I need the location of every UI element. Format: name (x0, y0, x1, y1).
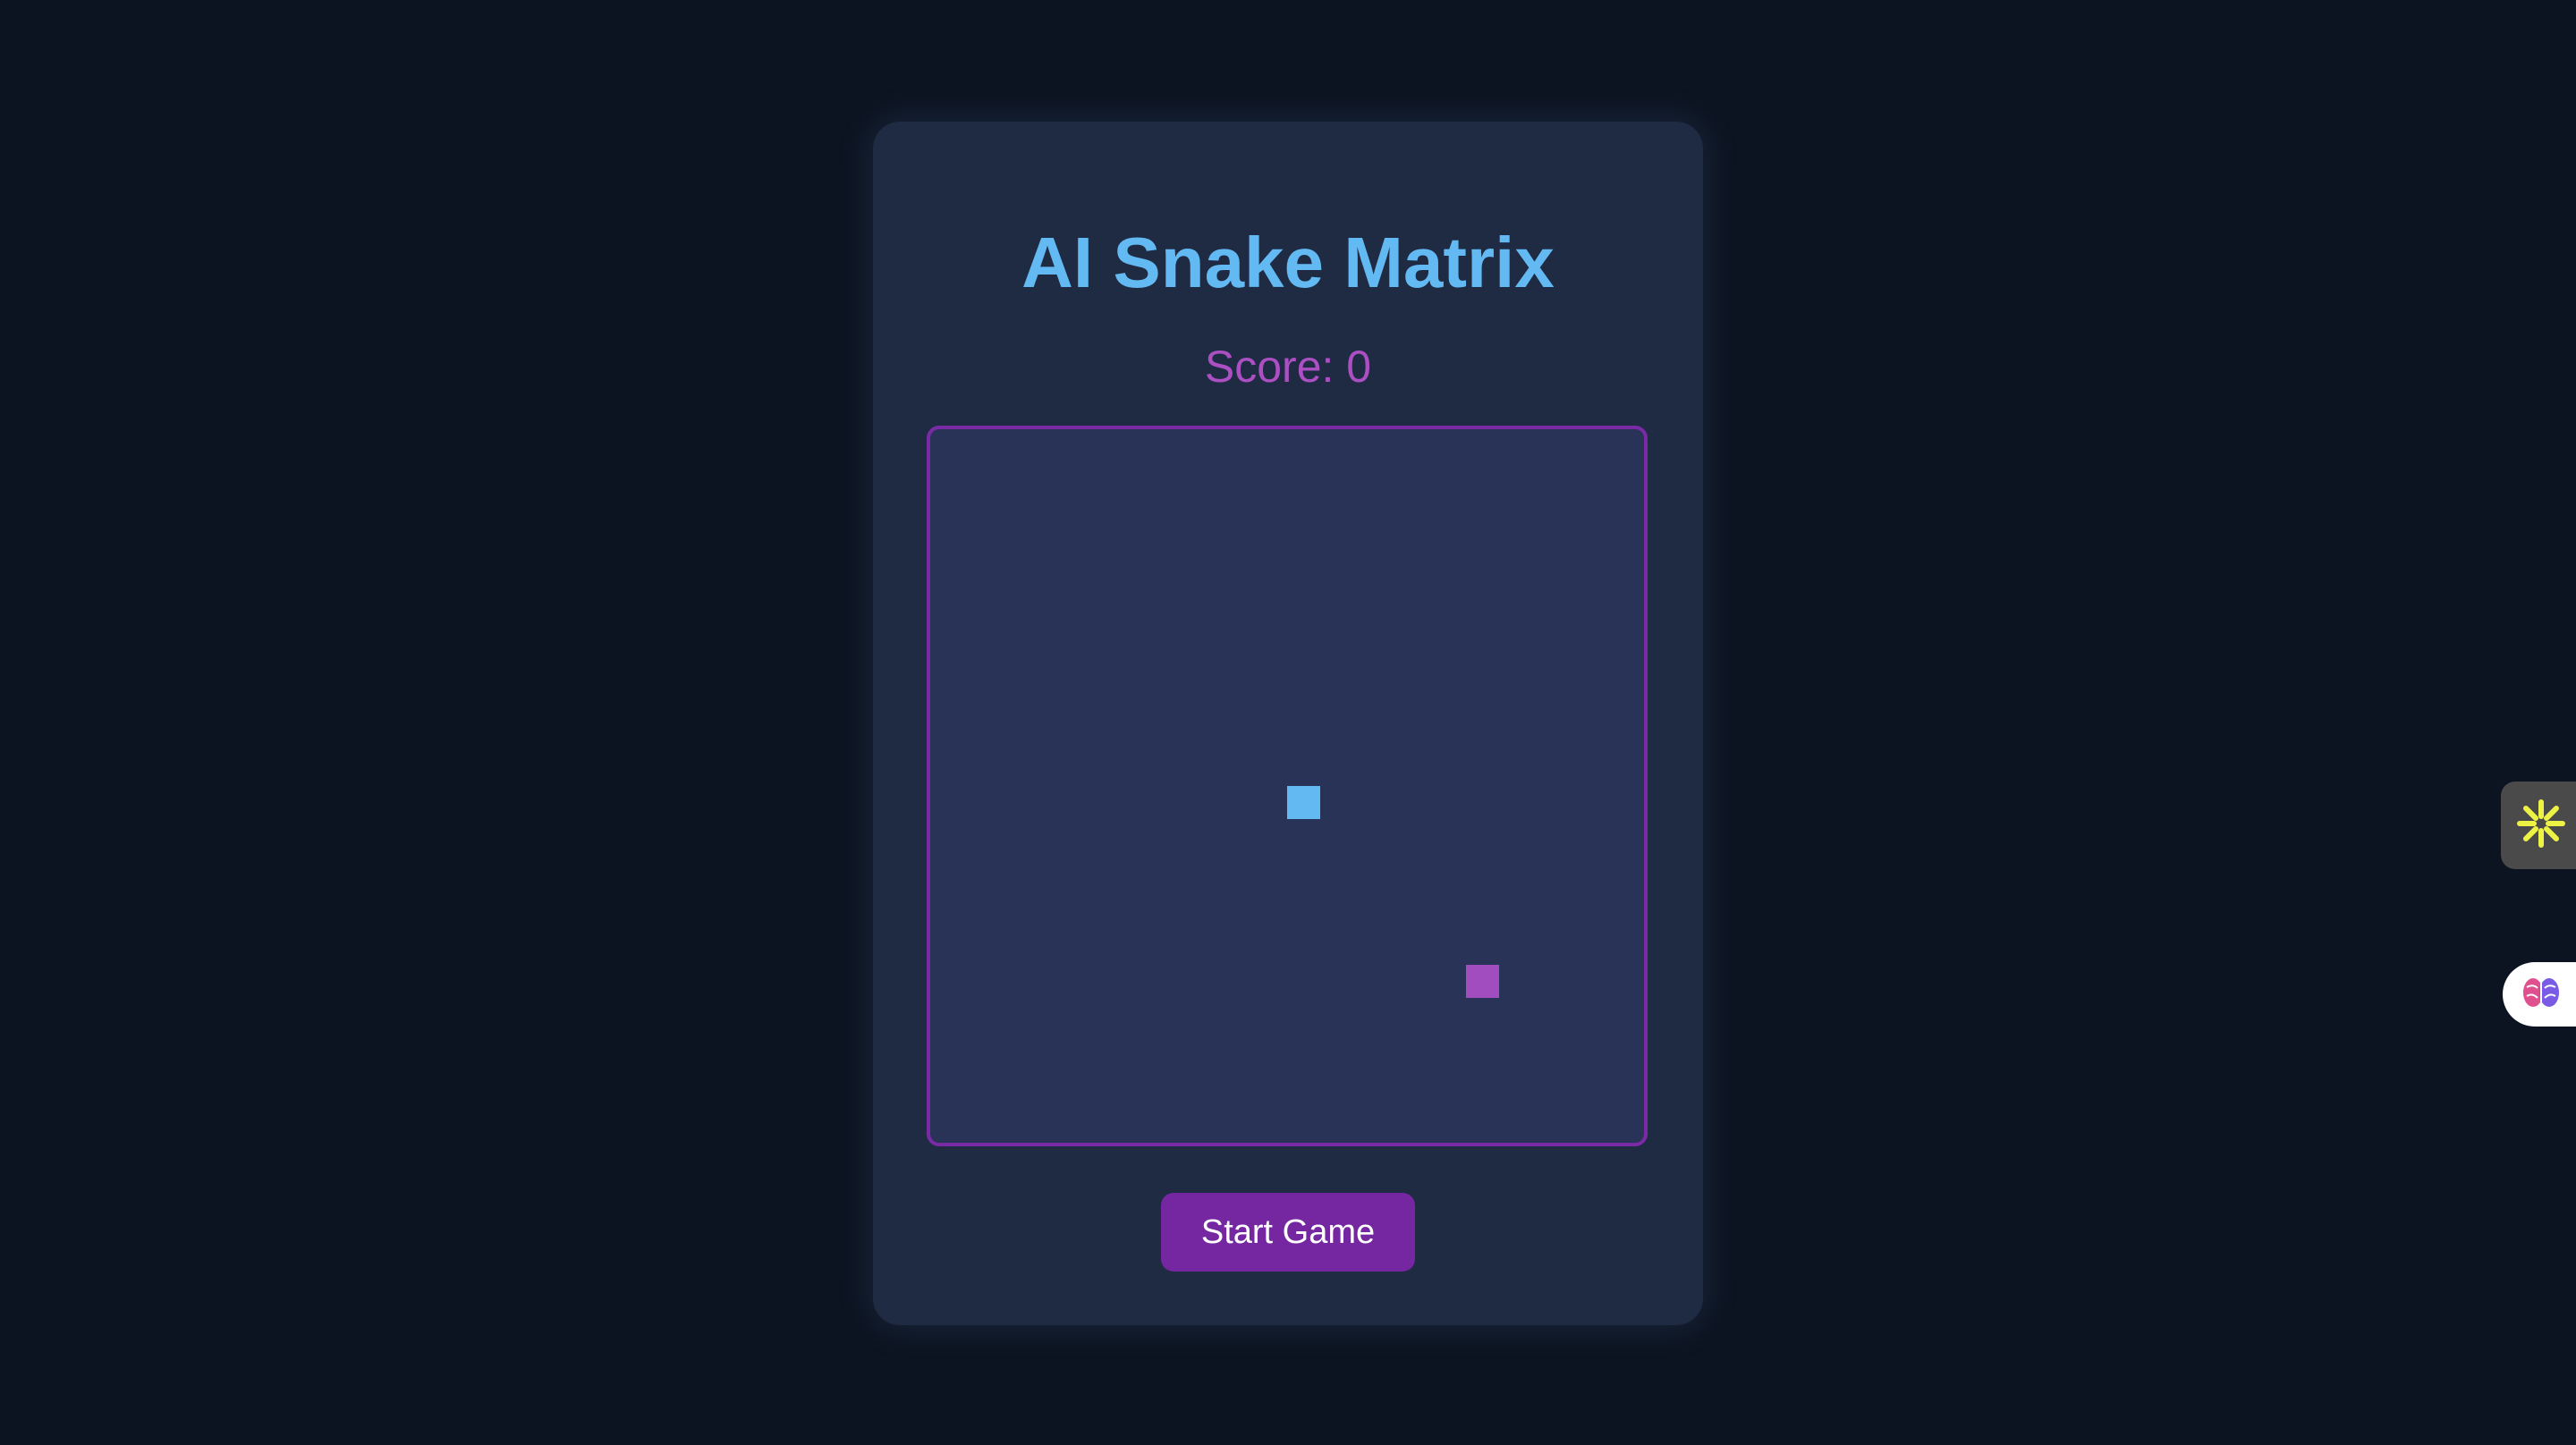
score-display: Score: 0 (1204, 342, 1372, 392)
game-title: AI Snake Matrix (1021, 223, 1555, 302)
extension-tab-brain[interactable] (2503, 962, 2576, 1027)
start-game-button[interactable]: Start Game (1161, 1193, 1415, 1272)
food-item (1465, 964, 1499, 998)
sparkle-burst-icon (2517, 799, 2565, 852)
page: AI Snake Matrix Score: 0 Start Game (0, 0, 2576, 1445)
game-board[interactable] (927, 426, 1648, 1146)
extension-tab-sparkle[interactable] (2501, 782, 2576, 869)
brain-icon (2521, 975, 2561, 1015)
snake-head (1287, 786, 1320, 819)
